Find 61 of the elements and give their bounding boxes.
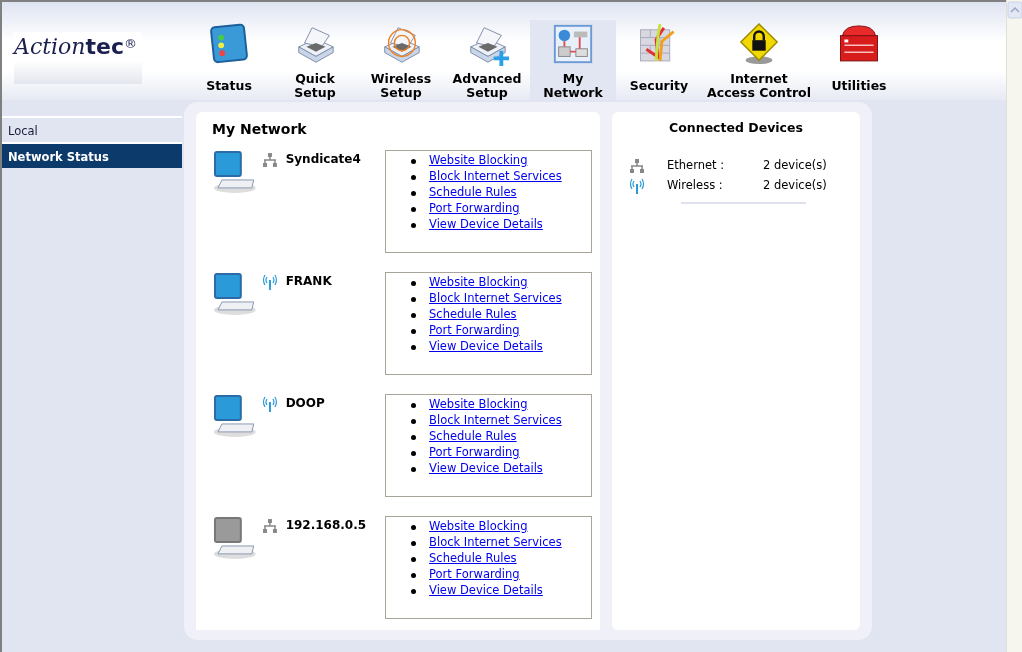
device-link[interactable]: Website Blocking bbox=[429, 396, 528, 414]
device-link[interactable]: View Device Details bbox=[429, 460, 543, 478]
nav-tab[interactable]: Quick Setup bbox=[272, 20, 358, 100]
device-link[interactable]: Block Internet Services bbox=[429, 290, 562, 308]
device-link[interactable]: Port Forwarding bbox=[429, 322, 520, 340]
device-link[interactable]: Schedule Rules bbox=[429, 306, 517, 324]
device-name: 192.168.0.5 bbox=[285, 517, 368, 534]
bullet-icon bbox=[411, 572, 417, 578]
nav-tab[interactable]: Wireless Setup bbox=[358, 20, 444, 100]
device-link[interactable]: Block Internet Services bbox=[429, 412, 562, 430]
bullet-icon bbox=[411, 344, 417, 350]
bullet-icon bbox=[411, 174, 417, 180]
bullet-icon bbox=[411, 328, 417, 334]
section-title: My Network bbox=[212, 120, 308, 139]
bullet-icon bbox=[411, 312, 417, 318]
bullet-icon bbox=[411, 466, 417, 472]
section-title: Connected Devices bbox=[668, 119, 804, 137]
nav-tab[interactable]: Advanced Setup bbox=[444, 20, 530, 100]
device-link[interactable]: Port Forwarding bbox=[429, 444, 520, 462]
nav-tab[interactable]: Security bbox=[616, 20, 702, 100]
device-link[interactable]: View Device Details bbox=[429, 338, 543, 356]
device-link[interactable]: Port Forwarding bbox=[429, 200, 520, 218]
device-type-label: Ethernet : bbox=[667, 157, 726, 175]
bullet-icon bbox=[411, 540, 417, 546]
bullet-icon bbox=[411, 556, 417, 562]
bullet-icon bbox=[411, 450, 417, 456]
device-type-label: Wireless : bbox=[667, 177, 724, 195]
bullet-icon bbox=[411, 434, 417, 440]
logo-text: Actiontec$^{®}$ bbox=[14, 33, 137, 61]
nav-tab[interactable]: Internet Access Control bbox=[702, 20, 816, 100]
bullet-icon bbox=[411, 190, 417, 196]
device-count: 2 device(s) bbox=[763, 177, 827, 195]
device-link[interactable]: Schedule Rules bbox=[429, 184, 517, 202]
bullet-icon bbox=[411, 222, 417, 228]
device-name: DOOP bbox=[285, 395, 326, 412]
device-link[interactable]: Block Internet Services bbox=[429, 168, 562, 186]
bullet-icon bbox=[411, 418, 417, 424]
nav-tab[interactable]: Status bbox=[186, 20, 272, 100]
scrollbar[interactable] bbox=[1006, 0, 1022, 652]
bullet-icon bbox=[411, 402, 417, 408]
device-link[interactable]: Website Blocking bbox=[429, 274, 528, 292]
device-name: FRANK bbox=[285, 273, 333, 290]
bullet-icon bbox=[411, 588, 417, 594]
nav-tab[interactable]: My Network bbox=[530, 20, 616, 100]
bullet-icon bbox=[411, 296, 417, 302]
device-link[interactable]: View Device Details bbox=[429, 582, 543, 600]
bullet-icon bbox=[411, 280, 417, 286]
bullet-icon bbox=[411, 206, 417, 212]
device-link[interactable]: Website Blocking bbox=[429, 152, 528, 170]
bullet-icon bbox=[411, 158, 417, 164]
device-link[interactable]: Website Blocking bbox=[429, 518, 528, 536]
device-link[interactable]: View Device Details bbox=[429, 216, 543, 234]
device-name: Syndicate4 bbox=[285, 151, 362, 168]
nav-tab[interactable]: Utilities bbox=[816, 20, 902, 100]
sidebar-item[interactable]: Network Status bbox=[2, 142, 182, 168]
device-link[interactable]: Port Forwarding bbox=[429, 566, 520, 584]
device-link[interactable]: Schedule Rules bbox=[429, 428, 517, 446]
device-count: 2 device(s) bbox=[763, 157, 827, 175]
bullet-icon bbox=[411, 524, 417, 530]
device-link[interactable]: Block Internet Services bbox=[429, 534, 562, 552]
device-link[interactable]: Schedule Rules bbox=[429, 550, 517, 568]
